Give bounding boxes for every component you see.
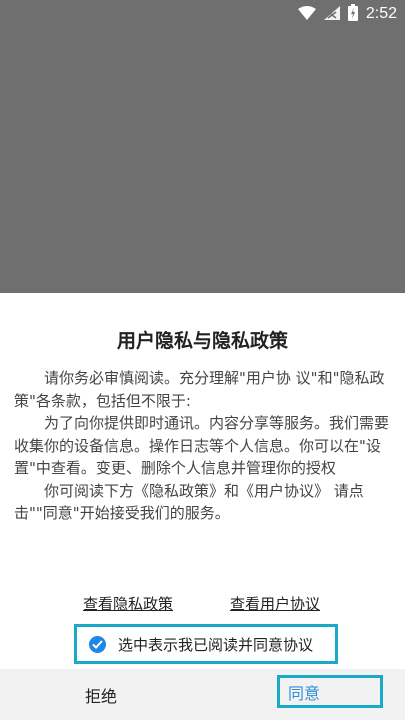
- status-time: 2:52: [365, 5, 397, 22]
- body-paragraph: 为了向你提供即时通讯。内容分享等服务。我们需要收集你的设备信息。操作日志等个人信…: [14, 414, 390, 477]
- reject-button[interactable]: 拒绝: [0, 669, 202, 720]
- body-paragraph: 请你务必审慎阅读。充分理解"用户协 议"和"隐私政策"各条款，包括但不限于:: [14, 369, 385, 410]
- view-privacy-policy-link[interactable]: 查看隐私政策: [83, 593, 173, 614]
- dialog-title: 用户隐私与隐私政策: [116, 330, 288, 352]
- dialog-body: 请你务必审慎阅读。充分理解"用户协 议"和"隐私政策"各条款，包括但不限于: 为…: [14, 367, 391, 525]
- battery-icon: [347, 3, 358, 25]
- status-icons: 2:52: [297, 3, 397, 25]
- agree-checkbox-row[interactable]: 选中表示我已阅读并同意协议: [74, 624, 338, 664]
- body-paragraph: 你可阅读下方《隐私政策》和《用户协议》 请点击""同意"开始接受我们的服务。: [14, 481, 364, 523]
- status-bar: 2:52: [0, 0, 405, 28]
- view-user-agreement-link[interactable]: 查看用户协议: [230, 593, 320, 614]
- policy-links: 查看隐私政策 查看用户协议: [0, 593, 405, 619]
- agree-checkbox-label: 选中表示我已阅读并同意协议: [118, 635, 314, 654]
- wifi-icon: [297, 5, 316, 24]
- checkbox-checked-icon[interactable]: [89, 635, 106, 653]
- dim-overlay: [0, 28, 405, 293]
- privacy-dialog: 用户隐私与隐私政策 请你务必审慎阅读。充分理解"用户协 议"和"隐私政策"各条款…: [0, 293, 405, 720]
- agree-button[interactable]: 同意: [277, 675, 383, 708]
- dialog-button-bar: 拒绝 同意: [0, 669, 405, 720]
- signal-icon: [323, 5, 340, 24]
